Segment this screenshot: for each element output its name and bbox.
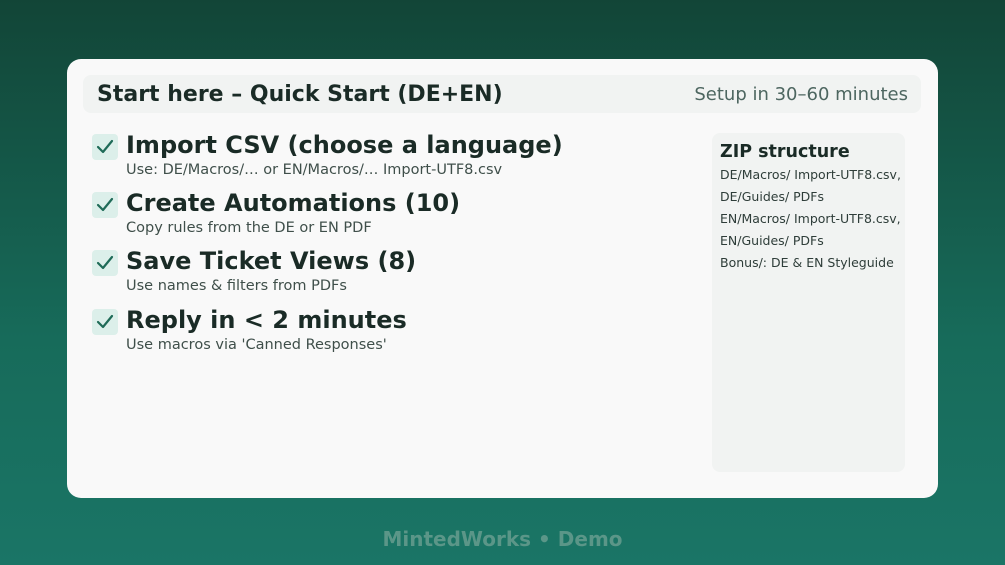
task-checkbox[interactable]	[92, 250, 118, 276]
zip-structure-title: ZIP structure	[720, 142, 850, 162]
quick-start-card: Start here – Quick Start (DE+EN) Setup i…	[67, 59, 938, 498]
check-icon	[96, 197, 114, 212]
task-checkbox[interactable]	[92, 192, 118, 218]
task-checkbox[interactable]	[92, 134, 118, 160]
task-subtitle: Use names & filters from PDFs	[126, 278, 347, 294]
task-subtitle: Use: DE/Macros/… or EN/Macros/… Import-U…	[126, 162, 503, 178]
zip-line: EN/Guides/ PDFs	[720, 233, 824, 248]
task-subtitle: Copy rules from the DE or EN PDF	[126, 220, 372, 236]
task-title: Save Ticket Views (8)	[126, 247, 417, 275]
task-subtitle: Use macros via 'Canned Responses'	[126, 337, 387, 353]
task-title: Reply in < 2 minutes	[126, 306, 407, 334]
task-checkbox[interactable]	[92, 309, 118, 335]
zip-structure-list: DE/Macros/ Import-UTF8.csv, Excel-UTF8-B…	[720, 167, 905, 277]
zip-line: EN/Macros/ Import-UTF8.csv, Excel-UTF8-B…	[720, 211, 905, 226]
zip-line: DE/Macros/ Import-UTF8.csv, Excel-UTF8-B…	[720, 167, 905, 182]
footer-brand: MintedWorks • Demo	[382, 527, 623, 551]
zip-structure-panel: ZIP structure DE/Macros/ Import-UTF8.csv…	[712, 133, 905, 472]
check-icon	[96, 139, 114, 154]
check-icon	[96, 314, 114, 329]
check-icon	[96, 255, 114, 270]
card-header: Start here – Quick Start (DE+EN) Setup i…	[83, 75, 921, 113]
zip-line: Bonus/: DE & EN Styleguide	[720, 255, 894, 270]
zip-line: DE/Guides/ PDFs	[720, 189, 825, 204]
task-title: Import CSV (choose a language)	[126, 131, 563, 159]
page-title: Start here – Quick Start (DE+EN)	[97, 82, 503, 107]
setup-time-label: Setup in 30–60 minutes	[694, 84, 908, 105]
task-title: Create Automations (10)	[126, 189, 461, 217]
